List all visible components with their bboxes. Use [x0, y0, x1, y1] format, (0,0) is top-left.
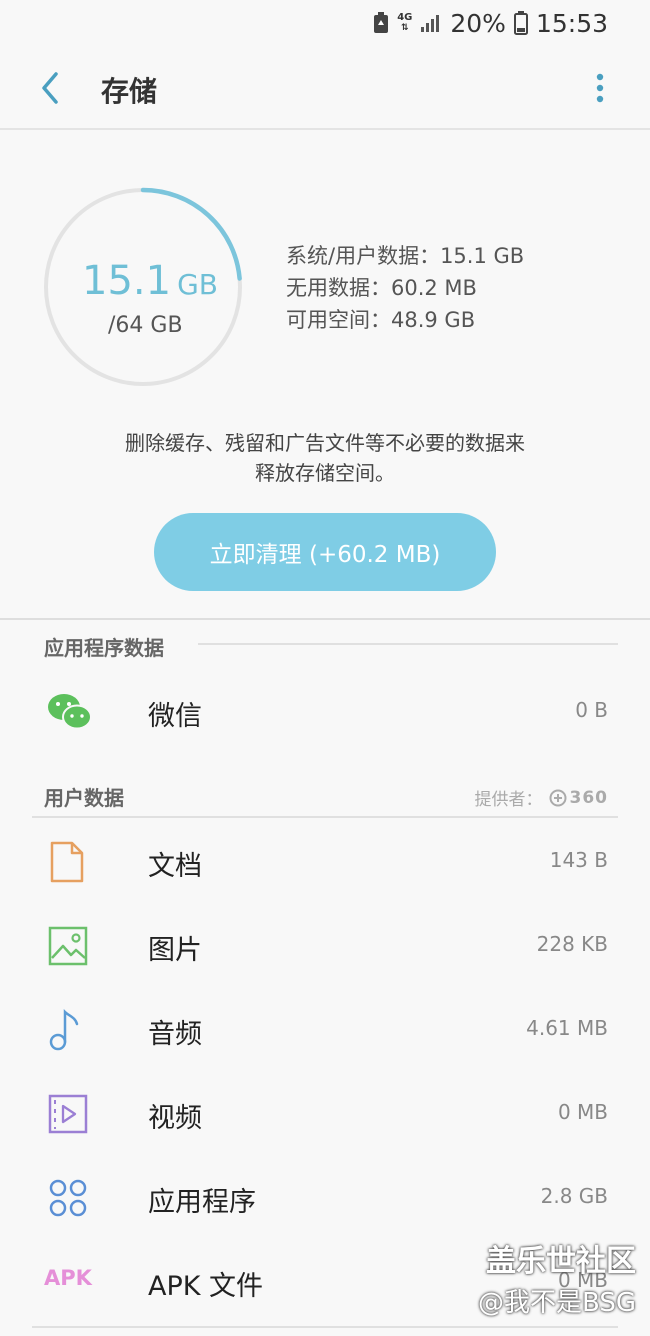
list-item-images[interactable]: 图片 228 KB [32, 904, 618, 988]
battery-percent: 20% [450, 8, 506, 38]
network-type: 4G [397, 12, 413, 23]
signal-icon [420, 13, 442, 33]
used-storage: 15.1 GB [82, 258, 218, 304]
list-item-apps[interactable]: 应用程序 2.8 GB [32, 1156, 618, 1240]
list-item-video[interactable]: 视频 0 MB [32, 1072, 618, 1156]
wechat-icon [46, 690, 92, 734]
provider-360-logo: 360 [549, 788, 609, 808]
item-size: 0 MB [557, 1100, 608, 1124]
video-icon [46, 1092, 90, 1136]
info-available: 可用空间：48.9 GB [286, 308, 476, 332]
info-junk: 无用数据：60.2 MB [286, 276, 477, 300]
used-unit: GB [177, 268, 218, 301]
section-line [198, 643, 618, 645]
item-label: 应用程序 [148, 1187, 256, 1218]
item-size: 2.8 GB [540, 1184, 608, 1208]
description-line-1: 删除缓存、残留和广告文件等不必要的数据来 [125, 431, 525, 455]
list-bottom-divider [32, 1326, 618, 1328]
item-label: APK 文件 [148, 1271, 264, 1302]
back-button[interactable] [36, 70, 66, 106]
battery-icon [513, 11, 528, 35]
section-divider [0, 618, 650, 620]
watermark-community: 盖乐世社区 [486, 1244, 636, 1279]
section-line [32, 816, 618, 818]
item-label: 文档 [148, 851, 202, 882]
used-value: 15.1 [82, 258, 172, 304]
list-item-wechat[interactable]: 微信 0 B [32, 670, 618, 754]
image-icon [46, 924, 90, 968]
more-options-button[interactable] [594, 72, 606, 104]
360-shield-icon [549, 789, 566, 806]
battery-saver-icon [373, 12, 389, 34]
item-label: 视频 [148, 1103, 202, 1134]
more-vert-icon [596, 73, 604, 103]
item-size: 143 B [549, 848, 608, 872]
back-arrow-icon [42, 72, 58, 104]
provider-credit: 提供者： 360 [474, 785, 609, 811]
item-size: 228 KB [536, 932, 608, 956]
page-title: 存储 [101, 75, 158, 108]
app-data-section-title: 应用程序数据 [44, 636, 164, 660]
clean-now-button[interactable]: 立即清理 (+60.2 MB) [154, 513, 496, 591]
app-bar: 存储 [0, 48, 650, 130]
network-indicator: 4G ⇅ [397, 12, 413, 34]
provider-logo-text: 360 [569, 787, 608, 808]
document-icon [46, 840, 90, 884]
clock: 15:53 [535, 8, 608, 38]
watermark-author: @我不是BSG [477, 1288, 636, 1318]
item-size: 4.61 MB [526, 1016, 608, 1040]
apk-icon: APK [44, 1266, 92, 1290]
clean-description: 删除缓存、残留和广告文件等不必要的数据来 释放存储空间。 [0, 428, 650, 488]
provider-label: 提供者： [474, 790, 543, 810]
status-bar: 4G ⇅ 20% 15:53 [0, 0, 650, 46]
apps-grid-icon [46, 1176, 90, 1220]
item-label: 图片 [148, 935, 202, 966]
list-item-audio[interactable]: 音频 4.61 MB [32, 988, 618, 1072]
watermark: 盖乐世社区 @我不是BSG [478, 1236, 636, 1319]
music-note-icon [46, 1008, 90, 1052]
info-system-user: 系统/用户数据：15.1 GB [286, 244, 525, 268]
data-arrows-icon: ⇅ [401, 23, 409, 33]
total-storage: /64 GB [108, 313, 183, 338]
storage-info: 系统/用户数据：15.1 GB 无用数据：60.2 MB 可用空间：48.9 G… [286, 240, 524, 336]
item-label: 微信 [148, 701, 202, 732]
item-label: 音频 [148, 1019, 202, 1050]
description-line-2: 释放存储空间。 [255, 461, 395, 485]
list-item-documents[interactable]: 文档 143 B [32, 820, 618, 904]
user-data-section-title: 用户数据 [44, 786, 124, 810]
item-size: 0 B [575, 698, 608, 722]
